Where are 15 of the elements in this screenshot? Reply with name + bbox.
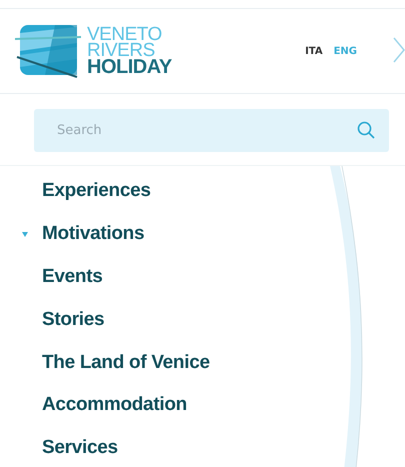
language-link[interactable]: ITA — [305, 44, 323, 58]
search-field[interactable]: Search — [34, 109, 389, 152]
menu-link[interactable]: Events — [42, 266, 103, 288]
logo-text: HOLIDAY — [87, 59, 172, 75]
chevron-right-icon[interactable] — [393, 37, 405, 63]
menu-link[interactable]: Services — [42, 437, 118, 460]
menu-link[interactable]: Experiences — [42, 180, 151, 202]
menu-link[interactable]: Accommodation — [42, 394, 187, 416]
logo-text: RIVERS — [87, 43, 155, 59]
menu-link[interactable]: Stories — [42, 308, 104, 331]
logo-icon — [15, 23, 83, 79]
menu-link[interactable]: The Land of Venice — [42, 352, 210, 374]
search-icon[interactable] — [357, 121, 375, 139]
logo-text: VENETO — [87, 27, 163, 43]
menu-link[interactable]: Motivations — [42, 223, 144, 246]
